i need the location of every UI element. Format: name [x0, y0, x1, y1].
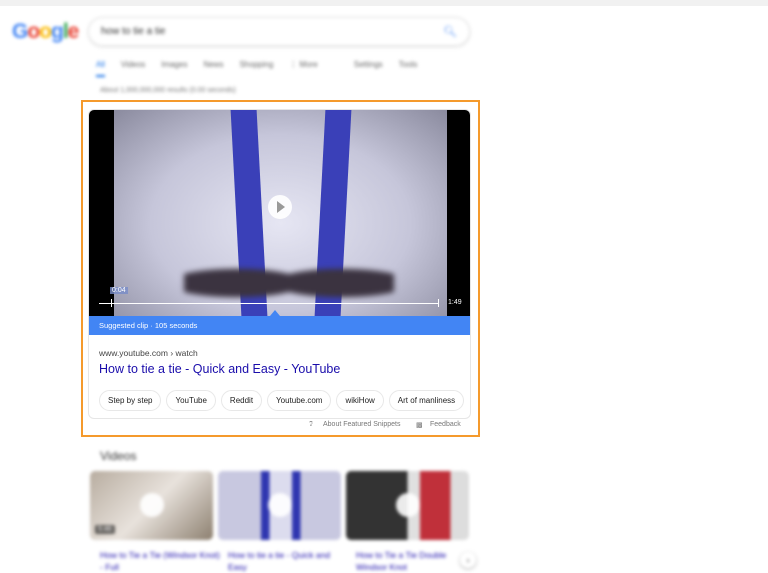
- chevron-right-icon[interactable]: ›: [460, 552, 476, 568]
- featured-snippet: 0:04 1:49 Suggested clip · 105 seconds w…: [88, 109, 471, 419]
- chip-art-of-manliness[interactable]: Art of manliness: [388, 390, 465, 411]
- related-chips: Step by step YouTube Reddit Youtube.com …: [99, 390, 465, 411]
- result-count: About 1,000,000,000 results (0.00 second…: [100, 87, 236, 94]
- video-player[interactable]: 0:04 1:49: [89, 110, 470, 316]
- feedback-icon[interactable]: ▩: [416, 421, 423, 429]
- chip-youtube[interactable]: YouTube: [166, 390, 216, 411]
- play-icon[interactable]: [396, 493, 420, 517]
- tab-shopping[interactable]: Shopping: [239, 60, 273, 77]
- result-url[interactable]: www.youtube.com › watch: [99, 348, 198, 358]
- current-time: 0:04: [110, 287, 128, 294]
- search-icon[interactable]: 🔍︎: [443, 25, 457, 38]
- tab-settings[interactable]: Settings: [354, 60, 383, 77]
- play-icon[interactable]: [268, 195, 292, 219]
- search-input[interactable]: how to tie a tie: [101, 26, 165, 37]
- tab-videos[interactable]: Videos: [121, 60, 145, 77]
- play-icon[interactable]: [140, 493, 164, 517]
- search-tabs: All Videos Images News Shopping ⋮ More S…: [96, 60, 417, 77]
- about-featured-snippets-link[interactable]: About Featured Snippets: [323, 421, 400, 428]
- feedback-link[interactable]: Feedback: [430, 421, 461, 428]
- play-icon[interactable]: [268, 493, 292, 517]
- video-thumbnail[interactable]: [218, 471, 341, 540]
- tab-all[interactable]: All: [96, 60, 105, 77]
- browser-top-strip: [0, 0, 768, 6]
- duration: 1:49: [448, 299, 462, 306]
- video-thumbnail[interactable]: 5:46: [90, 471, 213, 540]
- hands: [184, 250, 394, 316]
- google-logo[interactable]: Google: [12, 20, 79, 44]
- chip-wikihow[interactable]: wikiHow: [336, 390, 384, 411]
- chip-reddit[interactable]: Reddit: [220, 390, 263, 411]
- suggested-clip-bar: Suggested clip · 105 seconds: [89, 316, 470, 335]
- chip-youtube-com[interactable]: Youtube.com: [267, 390, 332, 411]
- tab-tools[interactable]: Tools: [399, 60, 418, 77]
- video-title-link[interactable]: How to Tie a Tie Double Windsor Knot: [356, 549, 476, 573]
- video-title-link[interactable]: How to tie a tie - Quick and Easy: [228, 549, 348, 573]
- video-duration-badge: 5:46: [95, 525, 115, 534]
- video-progress-track[interactable]: [99, 303, 439, 304]
- clip-end-marker[interactable]: [438, 299, 439, 307]
- search-box[interactable]: how to tie a tie 🔍︎: [88, 17, 470, 46]
- tab-news[interactable]: News: [203, 60, 223, 77]
- videos-heading: Videos: [100, 449, 137, 463]
- clip-start-marker[interactable]: [111, 299, 112, 307]
- tab-more[interactable]: ⋮ More: [289, 60, 317, 77]
- video-title-link[interactable]: How to Tie a Tie (Windsor Knot) - Full: [100, 549, 220, 573]
- video-thumbnail[interactable]: [346, 471, 469, 540]
- tab-images[interactable]: Images: [161, 60, 187, 77]
- chip-step-by-step[interactable]: Step by step: [99, 390, 162, 411]
- result-title-link[interactable]: How to tie a tie - Quick and Easy - YouT…: [99, 362, 340, 376]
- help-icon[interactable]: ❔︎: [309, 421, 313, 429]
